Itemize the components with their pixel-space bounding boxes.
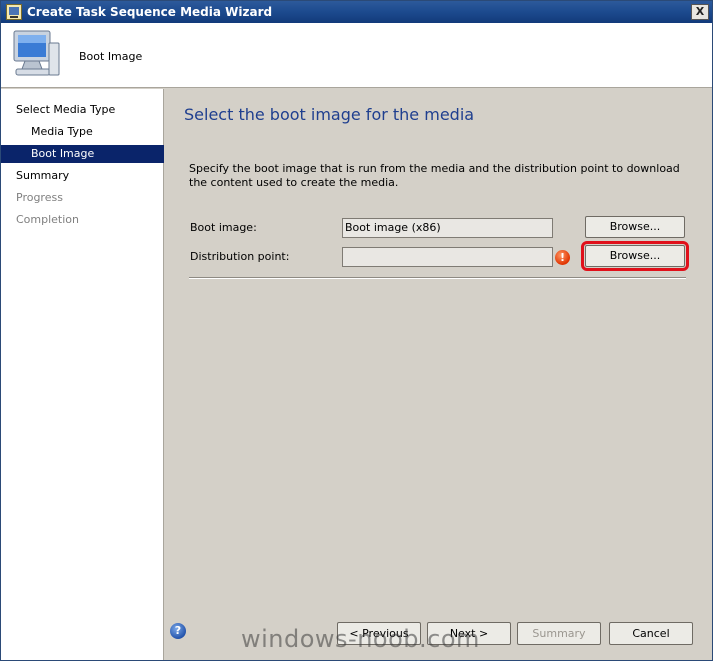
distribution-point-browse-button[interactable]: Browse... xyxy=(581,241,689,271)
app-icon xyxy=(6,4,22,20)
nav-item-media-type[interactable]: Media Type xyxy=(1,123,164,141)
wizard-nav: Select Media Type Media Type Boot Image … xyxy=(1,89,164,660)
content-separator xyxy=(189,277,686,279)
boot-image-label: Boot image: xyxy=(190,221,257,234)
header-title: Boot Image xyxy=(79,50,143,63)
summary-button: Summary xyxy=(517,622,601,645)
boot-image-field[interactable]: Boot image (x86) xyxy=(342,218,553,238)
computer-monitor-icon xyxy=(13,30,60,76)
distribution-point-field[interactable] xyxy=(342,247,553,267)
distribution-point-label: Distribution point: xyxy=(190,250,290,263)
watermark: windows-noob.com xyxy=(241,625,480,653)
nav-item-completion: Completion xyxy=(16,213,80,226)
main-panel: Select the boot image for the media Spec… xyxy=(165,89,712,660)
window-title: Create Task Sequence Media Wizard xyxy=(27,5,273,19)
help-icon[interactable]: ? xyxy=(170,623,186,639)
title-bar: Create Task Sequence Media Wizard X xyxy=(1,1,712,23)
wizard-header: Boot Image xyxy=(1,23,712,88)
nav-item-boot-image[interactable]: Boot Image xyxy=(1,145,164,163)
wizard-window: Create Task Sequence Media Wizard X Boot… xyxy=(0,0,713,661)
close-button[interactable]: X xyxy=(691,4,709,20)
error-icon: ! xyxy=(555,250,570,265)
nav-item-progress: Progress xyxy=(16,191,63,204)
page-description: Specify the boot image that is run from … xyxy=(189,162,680,189)
boot-image-browse-button[interactable]: Browse... xyxy=(585,216,685,238)
nav-item-select-media-type[interactable]: Select Media Type xyxy=(1,101,164,119)
page-heading: Select the boot image for the media xyxy=(184,105,475,124)
cancel-button[interactable]: Cancel xyxy=(609,622,693,645)
nav-item-summary[interactable]: Summary xyxy=(1,167,164,185)
